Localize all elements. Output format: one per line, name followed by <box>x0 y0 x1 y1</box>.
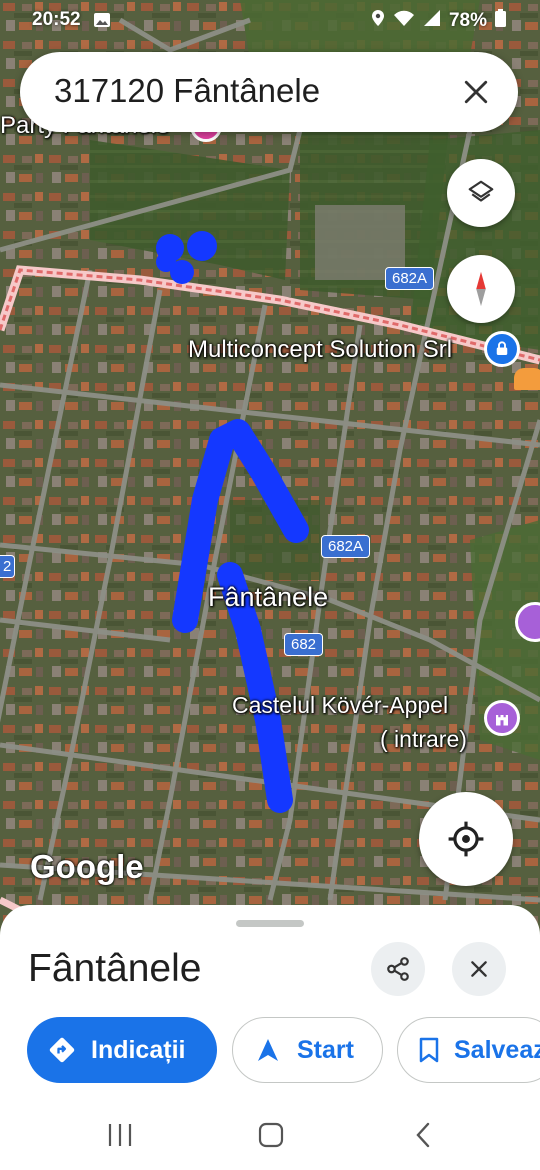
save-label: Salvează <box>454 1035 540 1064</box>
back-icon[interactable] <box>403 1118 443 1152</box>
business-label[interactable]: Multiconcept Solution Srl <box>188 336 452 364</box>
directions-icon <box>47 1035 77 1065</box>
castle-pin-icon[interactable] <box>484 700 520 736</box>
orange-pin-icon[interactable] <box>514 368 540 390</box>
start-button[interactable]: Start <box>232 1017 383 1083</box>
road-shield-682a-top: 682A <box>385 267 435 290</box>
layers-icon <box>468 180 494 202</box>
image-icon <box>93 12 111 34</box>
map-view[interactable]: Party Fântânele 682A Multiconcept Soluti… <box>0 0 540 940</box>
compass-button[interactable] <box>447 255 515 323</box>
layers-button[interactable] <box>447 159 515 227</box>
road-shield-682: 682 <box>284 633 324 656</box>
castle-label-line2[interactable]: ( intrare) <box>380 726 467 753</box>
castle-label-line1[interactable]: Castelul Kövér-Appel <box>232 692 448 719</box>
compass-icon <box>476 271 486 307</box>
town-label[interactable]: Fântânele <box>208 582 328 613</box>
status-right-group: 78% <box>371 9 506 33</box>
home-icon[interactable] <box>251 1118 291 1152</box>
wifi-icon <box>393 9 415 33</box>
recent-apps-icon[interactable] <box>100 1118 140 1152</box>
share-button[interactable] <box>371 942 425 996</box>
road-shield-682a-mid: 682A <box>321 535 371 558</box>
battery-text: 78% <box>448 10 487 31</box>
location-icon <box>371 9 385 33</box>
lock-icon <box>496 341 508 355</box>
signal-icon <box>423 9 441 33</box>
road-shield-left: 2 <box>0 555 16 578</box>
sheet-close-button[interactable] <box>452 942 506 996</box>
start-label: Start <box>297 1035 354 1064</box>
navigation-arrow-icon <box>253 1035 283 1065</box>
status-time: 20:52 <box>32 9 81 30</box>
share-icon <box>387 957 409 981</box>
status-bar: 20:52 78% <box>0 0 540 40</box>
directions-button[interactable]: Indicații <box>27 1017 217 1083</box>
place-sheet[interactable]: Fântânele Indicații Start Salvează <box>0 905 540 1100</box>
close-icon[interactable] <box>456 72 496 112</box>
search-bar[interactable]: 317120 Fântânele <box>20 52 518 132</box>
search-query[interactable]: 317120 Fântânele <box>54 72 320 110</box>
place-title: Fântânele <box>28 947 202 990</box>
sheet-drag-handle[interactable] <box>236 920 304 927</box>
close-icon <box>471 961 487 977</box>
crosshair-icon <box>448 821 484 857</box>
system-nav-bar <box>0 1100 540 1170</box>
bookmark-icon <box>418 1035 440 1065</box>
castle-icon <box>496 715 508 726</box>
battery-icon <box>495 9 506 33</box>
my-location-button[interactable] <box>419 792 513 886</box>
google-attribution: Google <box>30 848 144 885</box>
save-button[interactable]: Salvează <box>397 1017 540 1083</box>
business-pin-icon[interactable] <box>484 331 520 367</box>
directions-label: Indicații <box>91 1035 186 1064</box>
